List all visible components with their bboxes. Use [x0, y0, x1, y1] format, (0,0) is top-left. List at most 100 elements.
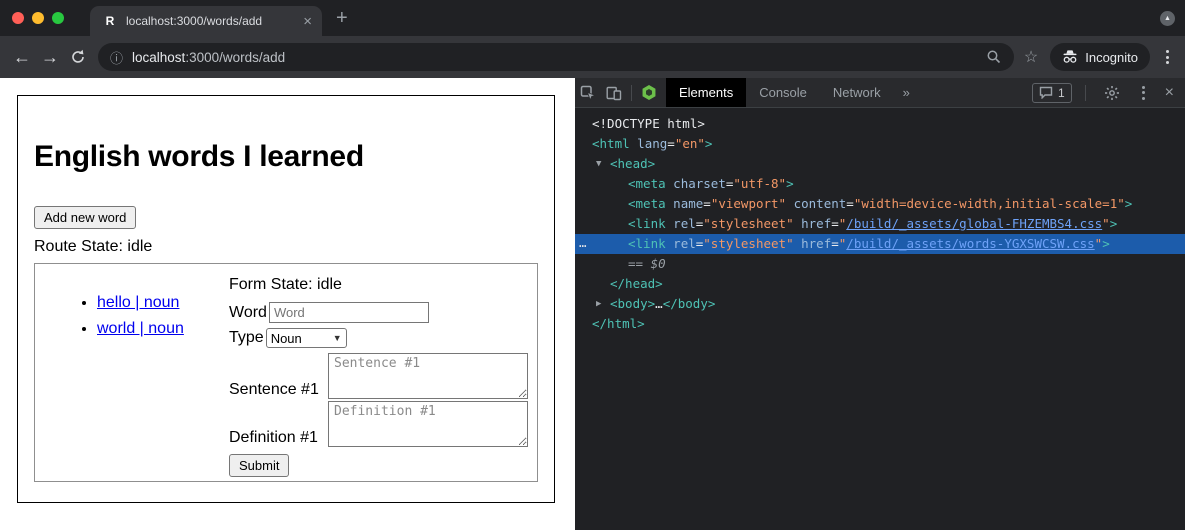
- maximize-window-button[interactable]: [52, 12, 64, 24]
- dom-tree-line[interactable]: <link rel="stylesheet" href="/build/_ass…: [575, 214, 1185, 234]
- code-token: =: [846, 196, 854, 211]
- code-token: "stylesheet": [703, 236, 793, 251]
- code-token: =: [667, 136, 675, 151]
- type-select[interactable]: Noun ▼: [266, 328, 347, 348]
- words-panel: hello | noun world | noun Form State: idl…: [34, 263, 538, 482]
- code-token: >: [1110, 216, 1118, 231]
- code-token: content: [786, 196, 846, 211]
- word-form: Form State: idle Word Type Noun ▼: [229, 264, 537, 481]
- devtools-tab-elements[interactable]: Elements: [666, 78, 746, 107]
- devtools-panel: ElementsConsoleNetwork » 1: [575, 78, 1185, 530]
- new-tab-button[interactable]: +: [332, 8, 352, 28]
- word-label: Word: [229, 304, 267, 322]
- bookmark-star-icon[interactable]: ☆: [1020, 47, 1042, 67]
- more-actions-icon[interactable]: …: [579, 233, 588, 253]
- collapse-arrow-icon[interactable]: ▶: [596, 294, 601, 314]
- code-token: >: [786, 176, 794, 191]
- submit-button[interactable]: Submit: [229, 454, 289, 477]
- dom-tree-line[interactable]: == $0: [575, 254, 1185, 274]
- dom-tree-line[interactable]: <meta charset="utf-8">: [575, 174, 1185, 194]
- remix-favicon-icon: R: [102, 13, 118, 29]
- code-token: rel: [666, 216, 696, 231]
- code-token: =: [831, 216, 839, 231]
- code-token: == $0: [628, 256, 666, 271]
- reload-button[interactable]: [64, 43, 92, 71]
- type-label: Type: [229, 329, 264, 347]
- devtools-tabs: ElementsConsoleNetwork: [666, 78, 894, 107]
- code-token: <meta: [628, 196, 666, 211]
- dom-tree-line[interactable]: <html lang="en">: [575, 134, 1185, 154]
- code-token: lang: [630, 136, 668, 151]
- inspect-element-icon[interactable]: [575, 80, 601, 106]
- app-container: English words I learned Add new word Rou…: [17, 95, 555, 503]
- devtools-toolbar: ElementsConsoleNetwork » 1: [575, 78, 1185, 108]
- code-token: href: [794, 216, 832, 231]
- page-info-icon[interactable]: ⓘ: [110, 48, 123, 67]
- code-token: …: [655, 296, 663, 311]
- issues-counter[interactable]: 1: [1032, 83, 1072, 103]
- word-link[interactable]: world | noun: [97, 320, 184, 337]
- update-icon[interactable]: ▲: [1160, 11, 1175, 26]
- sentence-textarea[interactable]: [328, 353, 528, 399]
- address-bar[interactable]: ⓘ localhost:3000/words/add: [98, 43, 1014, 71]
- devtools-tab-network[interactable]: Network: [820, 78, 894, 107]
- code-token: "utf-8": [733, 176, 786, 191]
- expand-arrow-icon[interactable]: ▼: [596, 154, 601, 174]
- incognito-badge: Incognito: [1050, 43, 1150, 71]
- devtools-menu-icon[interactable]: [1134, 82, 1153, 104]
- code-token: "stylesheet": [703, 216, 793, 231]
- stylesheet-link[interactable]: /build/_assets/global-FHZEMBS4.css: [846, 216, 1102, 231]
- code-token: charset: [666, 176, 726, 191]
- tab-strip: R localhost:3000/words/add × + ▲: [0, 0, 1185, 36]
- tab-title: localhost:3000/words/add: [126, 14, 293, 28]
- dom-tree: <!DOCTYPE html><html lang="en">▼<head><m…: [575, 108, 1185, 530]
- back-button[interactable]: ←: [8, 43, 36, 71]
- code-token: </body>: [663, 296, 716, 311]
- devtools-tab-console[interactable]: Console: [746, 78, 820, 107]
- word-list-item: hello | noun: [97, 294, 229, 312]
- url-path: :3000/words/add: [185, 50, 285, 65]
- definition-textarea[interactable]: [328, 401, 528, 447]
- close-window-button[interactable]: [12, 12, 24, 24]
- more-tabs-icon[interactable]: »: [894, 78, 919, 107]
- code-token: <head>: [610, 156, 655, 171]
- devtools-close-icon[interactable]: ×: [1162, 84, 1177, 102]
- code-token: =: [703, 196, 711, 211]
- code-token: >: [705, 136, 713, 151]
- stylesheet-link[interactable]: /build/_assets/words-YGXSWCSW.css: [846, 236, 1094, 251]
- code-token: >: [1125, 196, 1133, 211]
- zoom-icon[interactable]: [986, 49, 1002, 65]
- devtools-settings-icon[interactable]: [1099, 80, 1125, 106]
- code-token: >: [1102, 236, 1110, 251]
- chevron-down-icon: ▼: [333, 333, 342, 343]
- word-link[interactable]: hello | noun: [97, 294, 179, 311]
- dom-tree-line[interactable]: …<link rel="stylesheet" href="/build/_as…: [575, 234, 1185, 254]
- code-token: ": [1102, 216, 1110, 231]
- device-toolbar-icon[interactable]: [601, 80, 627, 106]
- browser-tab[interactable]: R localhost:3000/words/add ×: [90, 6, 322, 36]
- incognito-label: Incognito: [1085, 50, 1138, 65]
- tab-close-icon[interactable]: ×: [301, 14, 314, 29]
- issues-count: 1: [1058, 86, 1065, 100]
- forward-button[interactable]: →: [36, 43, 64, 71]
- code-token: <meta: [628, 176, 666, 191]
- toolbar-divider: [1085, 85, 1086, 101]
- dom-tree-line[interactable]: <meta name="viewport" content="width=dev…: [575, 194, 1185, 214]
- code-token: "en": [675, 136, 705, 151]
- dom-tree-line[interactable]: </head>: [575, 274, 1185, 294]
- reload-icon: [70, 49, 86, 65]
- dom-tree-line[interactable]: ▼ <head>: [575, 154, 1185, 174]
- word-input[interactable]: [269, 302, 429, 323]
- code-token: "width=device-width,initial-scale=1": [854, 196, 1125, 211]
- dom-tree-line[interactable]: ▶<body>…</body>: [575, 294, 1185, 314]
- code-token: "viewport": [711, 196, 786, 211]
- dom-tree-line[interactable]: </html>: [575, 314, 1185, 334]
- type-select-value: Noun: [271, 331, 302, 346]
- nodejs-extension-icon[interactable]: [636, 80, 662, 106]
- dom-tree-line[interactable]: <!DOCTYPE html>: [575, 114, 1185, 134]
- code-token: <html: [592, 136, 630, 151]
- add-new-word-button[interactable]: Add new word: [34, 206, 136, 229]
- minimize-window-button[interactable]: [32, 12, 44, 24]
- url-host: localhost: [132, 50, 185, 65]
- browser-menu-icon[interactable]: [1158, 46, 1177, 68]
